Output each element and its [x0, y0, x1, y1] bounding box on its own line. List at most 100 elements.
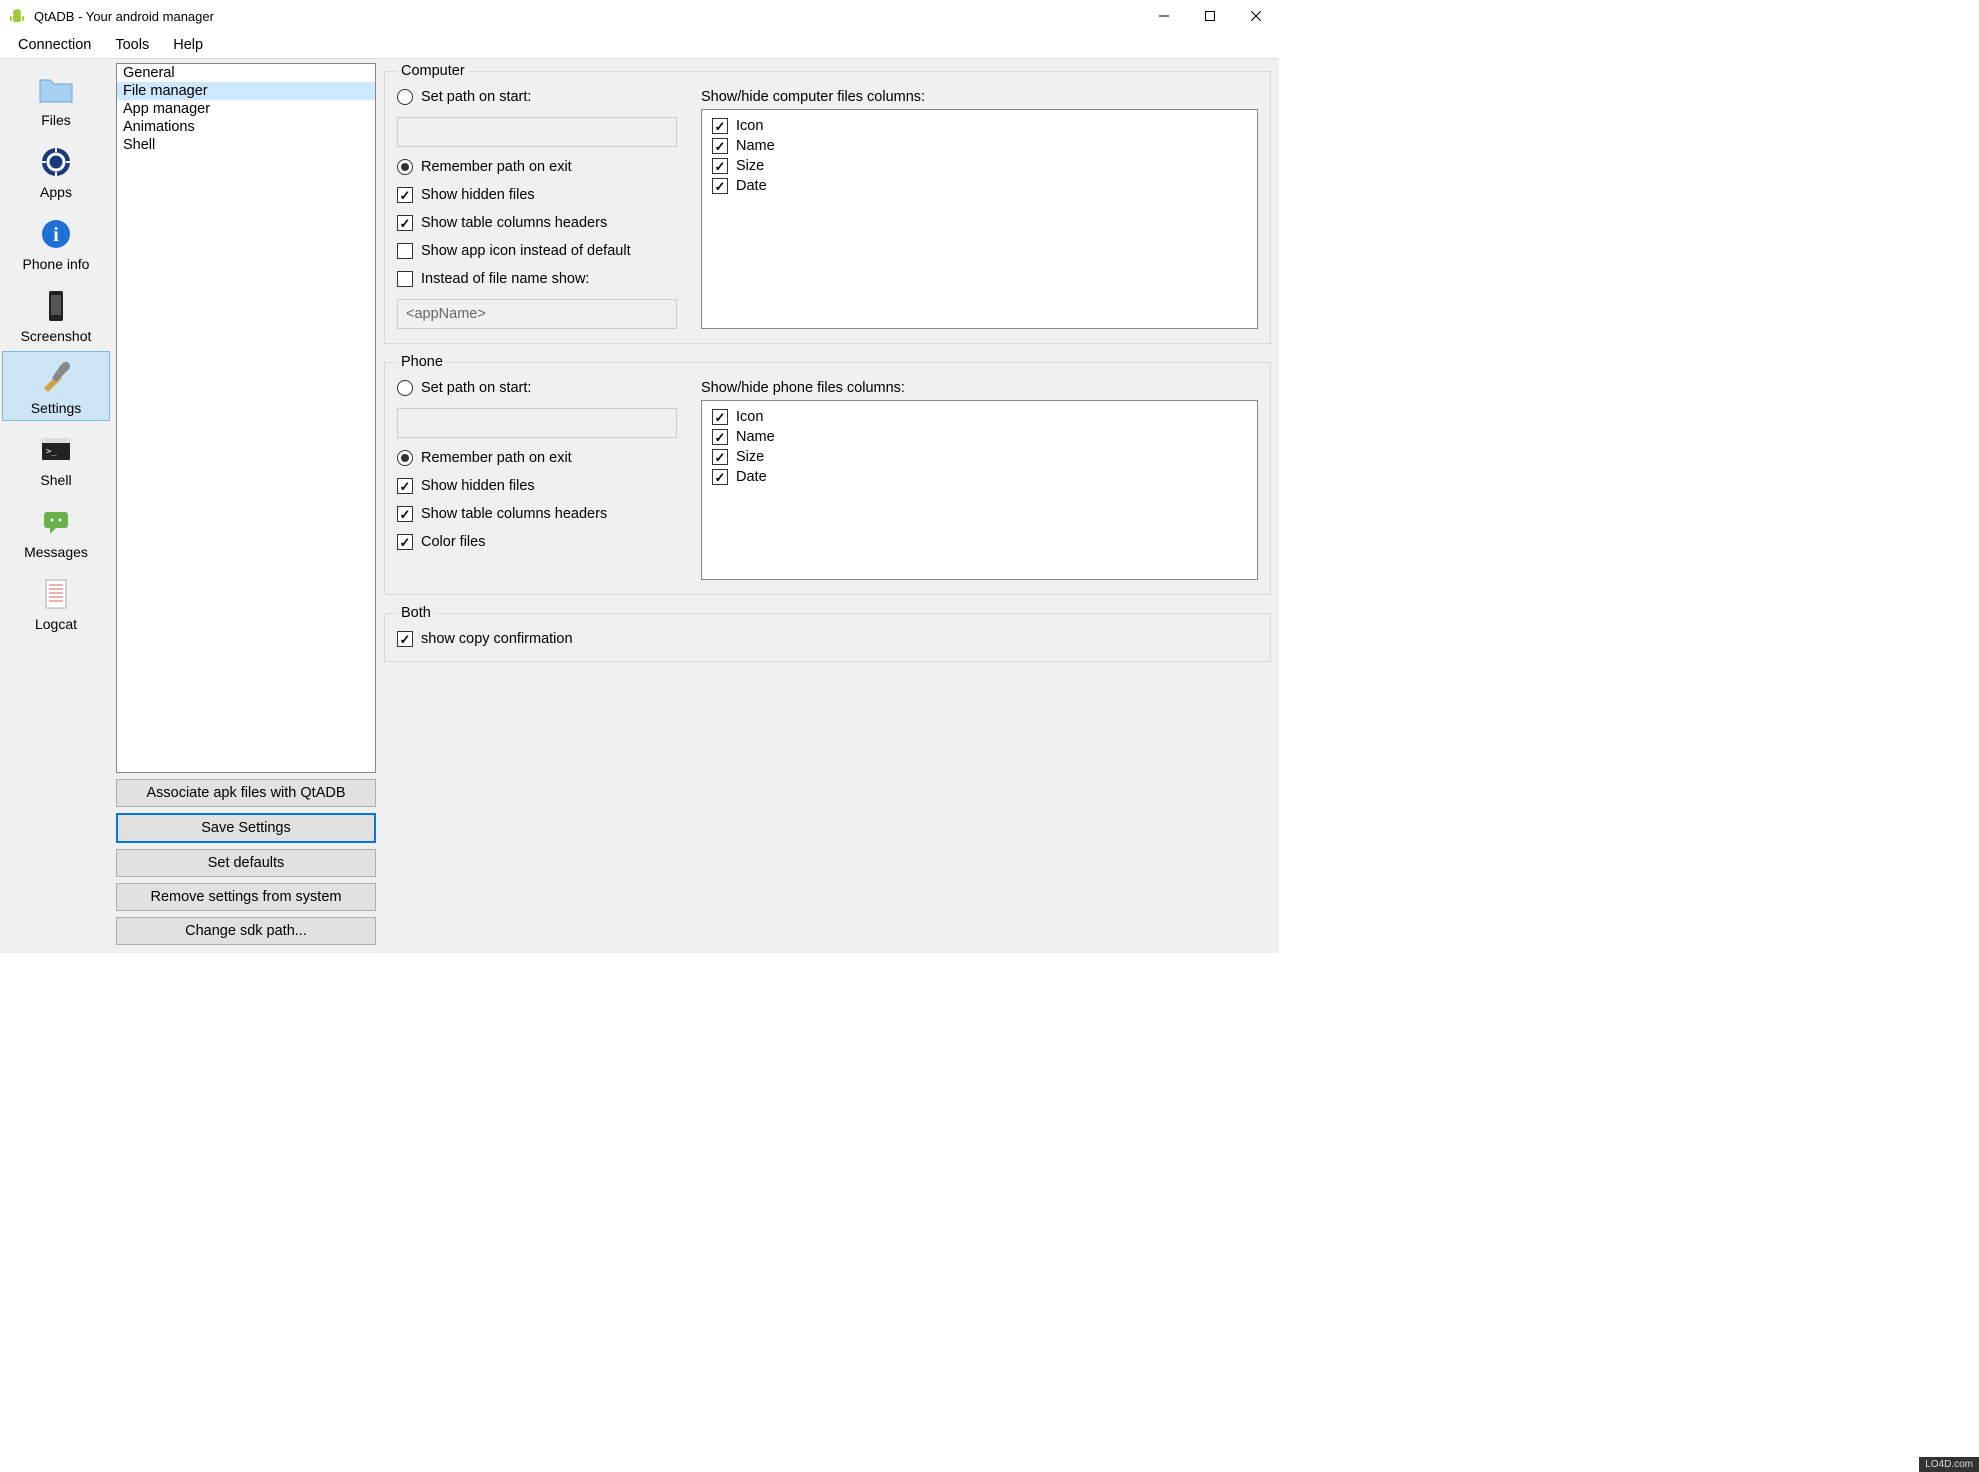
computer-set-path-radio[interactable]: Set path on start: [397, 89, 677, 105]
sidebar-item-logcat[interactable]: Logcat [2, 567, 110, 637]
menu-tools[interactable]: Tools [105, 35, 159, 55]
checkbox-icon [397, 631, 413, 647]
label: Show table columns headers [421, 506, 607, 522]
show-copy-confirmation-checkbox[interactable]: show copy confirmation [397, 631, 1258, 647]
phone-legend: Phone [397, 354, 447, 370]
label: Date [736, 469, 767, 485]
sidebar-item-apps[interactable]: Apps [2, 135, 110, 205]
sidebar-item-label: Screenshot [21, 328, 92, 344]
menu-connection[interactable]: Connection [8, 35, 101, 55]
computer-cols-label: Show/hide computer files columns: [701, 89, 1258, 105]
label: Icon [736, 409, 763, 425]
computer-show-headers-checkbox[interactable]: Show table columns headers [397, 215, 677, 231]
label: Show hidden files [421, 478, 535, 494]
checkbox-icon [397, 506, 413, 522]
phone-col-date[interactable]: Date [712, 469, 1247, 485]
gear-icon [32, 142, 80, 182]
phone-path-input[interactable] [397, 408, 677, 438]
computer-group: Computer Set path on start: Remember pat… [384, 63, 1271, 344]
category-animations[interactable]: Animations [117, 118, 375, 136]
label: Size [736, 158, 764, 174]
checkbox-icon [397, 478, 413, 494]
phone-set-path-radio[interactable]: Set path on start: [397, 380, 677, 396]
sidebar-item-files[interactable]: Files [2, 63, 110, 133]
label: Show hidden files [421, 187, 535, 203]
checkbox-icon [397, 534, 413, 550]
computer-app-icon-checkbox[interactable]: Show app icon instead of default [397, 243, 677, 259]
menubar: Connection Tools Help [0, 32, 1279, 58]
phone-col-size[interactable]: Size [712, 449, 1247, 465]
menu-help[interactable]: Help [163, 35, 213, 55]
phone-show-headers-checkbox[interactable]: Show table columns headers [397, 506, 677, 522]
chat-icon [32, 502, 80, 542]
computer-show-hidden-checkbox[interactable]: Show hidden files [397, 187, 677, 203]
app-icon [8, 7, 26, 25]
sidebar: Files Apps i Phone info Screenshot Setti… [0, 59, 112, 953]
phone-show-hidden-checkbox[interactable]: Show hidden files [397, 478, 677, 494]
terminal-icon: >_ [32, 430, 80, 470]
sidebar-item-shell[interactable]: >_ Shell [2, 423, 110, 493]
label: Name [736, 429, 775, 445]
label: Color files [421, 534, 485, 550]
checkbox-icon [712, 118, 728, 134]
checkbox-icon [397, 271, 413, 287]
phone-color-files-checkbox[interactable]: Color files [397, 534, 677, 550]
computer-col-size[interactable]: Size [712, 158, 1247, 174]
sidebar-item-settings[interactable]: Settings [2, 351, 110, 421]
computer-path-input[interactable] [397, 117, 677, 147]
phone-columns-list: Icon Name Size Date [701, 400, 1258, 580]
maximize-button[interactable] [1187, 0, 1233, 32]
settings-category-list[interactable]: General File manager App manager Animati… [116, 63, 376, 773]
label: Set path on start: [421, 89, 531, 105]
radio-icon [397, 159, 413, 175]
category-shell[interactable]: Shell [117, 136, 375, 154]
remove-settings-button[interactable]: Remove settings from system [116, 883, 376, 911]
computer-col-date[interactable]: Date [712, 178, 1247, 194]
computer-instead-checkbox[interactable]: Instead of file name show: [397, 271, 677, 287]
checkbox-icon [712, 178, 728, 194]
category-app-manager[interactable]: App manager [117, 100, 375, 118]
sidebar-item-label: Settings [31, 400, 82, 416]
close-button[interactable] [1233, 0, 1279, 32]
info-icon: i [32, 214, 80, 254]
checkbox-icon [397, 215, 413, 231]
svg-text:i: i [53, 224, 59, 246]
checkbox-icon [397, 187, 413, 203]
computer-instead-input[interactable] [397, 299, 677, 329]
label: Set path on start: [421, 380, 531, 396]
label: Instead of file name show: [421, 271, 589, 287]
sidebar-item-screenshot[interactable]: Screenshot [2, 279, 110, 349]
window-title: QtADB - Your android manager [34, 9, 214, 24]
category-general[interactable]: General [117, 64, 375, 82]
sidebar-item-label: Phone info [23, 256, 90, 272]
associate-apk-button[interactable]: Associate apk files with QtADB [116, 779, 376, 807]
radio-icon [397, 89, 413, 105]
checkbox-icon [397, 243, 413, 259]
checkbox-icon [712, 409, 728, 425]
minimize-button[interactable] [1141, 0, 1187, 32]
both-legend: Both [397, 605, 435, 621]
phone-col-icon[interactable]: Icon [712, 409, 1247, 425]
phone-col-name[interactable]: Name [712, 429, 1247, 445]
folder-icon [32, 70, 80, 110]
computer-col-icon[interactable]: Icon [712, 118, 1247, 134]
computer-remember-radio[interactable]: Remember path on exit [397, 159, 677, 175]
sidebar-item-label: Apps [40, 184, 72, 200]
computer-col-name[interactable]: Name [712, 138, 1247, 154]
label: Show table columns headers [421, 215, 607, 231]
label: Date [736, 178, 767, 194]
document-icon [32, 574, 80, 614]
label: Remember path on exit [421, 159, 572, 175]
save-settings-button[interactable]: Save Settings [116, 813, 376, 843]
sidebar-item-messages[interactable]: Messages [2, 495, 110, 565]
phone-cols-label: Show/hide phone files columns: [701, 380, 1258, 396]
category-file-manager[interactable]: File manager [117, 82, 375, 100]
sidebar-item-label: Files [41, 112, 71, 128]
sidebar-item-phone-info[interactable]: i Phone info [2, 207, 110, 277]
tools-icon [32, 358, 80, 398]
phone-icon [32, 286, 80, 326]
change-sdk-path-button[interactable]: Change sdk path... [116, 917, 376, 945]
set-defaults-button[interactable]: Set defaults [116, 849, 376, 877]
label: Icon [736, 118, 763, 134]
phone-remember-radio[interactable]: Remember path on exit [397, 450, 677, 466]
